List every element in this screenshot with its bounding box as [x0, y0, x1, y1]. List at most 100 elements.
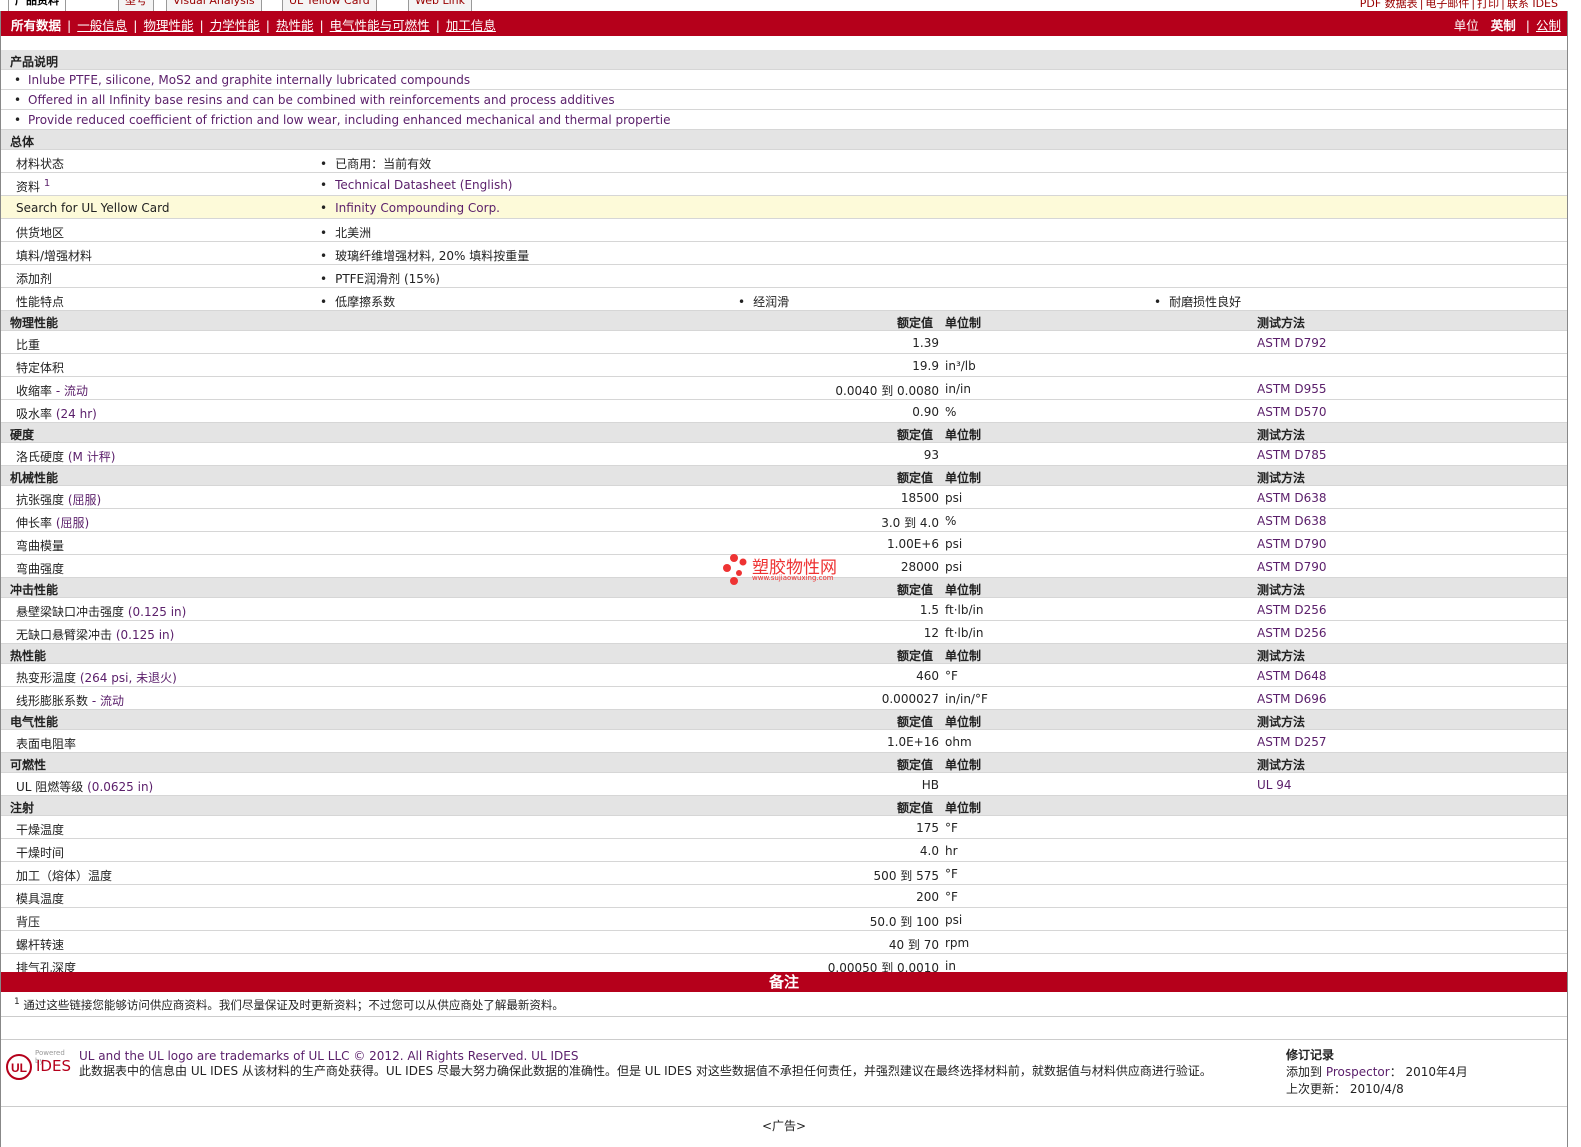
tab-visual-analysis[interactable]: Visual Analysis — [166, 0, 262, 11]
property-condition: (M 计秤) — [67, 450, 116, 464]
property-label: 螺杆转速 — [16, 936, 64, 953]
nav-physical[interactable]: 物理性能 — [143, 18, 193, 33]
unit-header: 单位制 — [945, 758, 982, 772]
nav-mechanical[interactable]: 力学性能 — [210, 18, 260, 33]
unit-header: 单位制 — [945, 428, 982, 442]
property-value: 12 — [923, 626, 939, 640]
test-method: ASTM D790 — [1257, 537, 1327, 551]
tab-ul-yellow-card[interactable]: UL Yellow Card — [282, 0, 377, 11]
unit-header: 单位制 — [945, 316, 982, 330]
property-value: 500 到 575 — [873, 869, 939, 883]
method-header: 测试方法 — [1257, 758, 1306, 772]
property-row: 无缺口悬臂梁冲击 (0.125 in) 12 ft·lb/in ASTM D256 — [1, 621, 1567, 644]
property-label: 热变形温度 (264 psi, 未退火) — [16, 669, 177, 686]
section-title: 总体 — [10, 135, 35, 149]
bullet-icon: • — [320, 272, 328, 286]
property-label: 悬壁梁缺口冲击强度 (0.125 in) — [16, 603, 186, 620]
test-method: ASTM D648 — [1257, 669, 1327, 683]
general-label: 材料状态 — [16, 155, 64, 172]
watermark-dots-icon — [723, 554, 747, 585]
property-condition: (264 psi, 未退火) — [79, 671, 177, 685]
general-value-text: 北美洲 — [335, 226, 372, 240]
section-title: 注射 — [10, 801, 35, 815]
general-value: • 北美洲 — [320, 224, 371, 241]
nav-all-data[interactable]: 所有数据 — [11, 18, 61, 33]
contact-ides-link[interactable]: 联系 IDES — [1507, 0, 1558, 10]
email-link[interactable]: 电子邮件 — [1425, 0, 1469, 10]
property-value: 1.00E+6 — [887, 537, 939, 551]
tab-grades[interactable]: 型号 — [118, 0, 154, 11]
unit-metric-toggle[interactable]: 公制 — [1536, 18, 1561, 33]
unit-header: 单位制 — [945, 471, 982, 485]
tab-product-data[interactable]: 产品资料 — [8, 0, 66, 11]
property-unit: ft·lb/in — [945, 603, 984, 617]
section-title: 热性能 — [10, 649, 47, 663]
nav-electrical-flammability[interactable]: 电气性能与可燃性 — [330, 18, 430, 33]
property-row: 伸长率 (屈服) 3.0 到 4.0% ASTM D638 — [1, 509, 1567, 532]
property-unit: psi — [945, 913, 963, 927]
property-unit: °F — [945, 669, 958, 683]
property-name: 无缺口悬臂梁冲击 — [16, 628, 113, 642]
property-unit: ohm — [945, 735, 972, 749]
property-value: 3.0 到 4.0 — [881, 516, 939, 530]
pdf-link[interactable]: PDF 数据表 — [1360, 0, 1418, 10]
disclaimer-text: 此数据表中的信息由 UL IDES 从该材料的生产商处获得。UL IDES 尽最… — [79, 1064, 1212, 1078]
general-value-link[interactable]: Technical Datasheet (English) — [335, 178, 512, 192]
property-label: 洛氏硬度 (M 计秤) — [16, 448, 115, 465]
general-value: • PTFE润滑剂 (15%) — [320, 270, 440, 287]
property-row: 收缩率 - 流动 0.0040 到 0.0080 in/in ASTM D955 — [1, 377, 1567, 400]
description-item: • Provide reduced coefficient of friction… — [1, 110, 1567, 130]
tab-web-link[interactable]: Web Link — [408, 0, 473, 11]
general-label: 添加剂 — [16, 270, 52, 287]
section-title: 产品说明 — [10, 55, 59, 69]
method-header: 测试方法 — [1257, 715, 1306, 729]
nav-general-info[interactable]: 一般信息 — [77, 18, 127, 33]
ul-ides-logo[interactable]: UL Powered by IDES — [6, 1049, 72, 1083]
section-header: 机械性能 额定值 单位制 测试方法 — [1, 466, 1567, 486]
divider — [1, 1016, 1567, 1017]
test-method: ASTM D785 — [1257, 448, 1327, 462]
property-name: 模具温度 — [16, 892, 65, 906]
property-value: 1.39 — [912, 336, 939, 350]
nav-processing[interactable]: 加工信息 — [446, 18, 496, 33]
top-tab-strip: 产品资料 型号 Visual Analysis UL Yellow Card W… — [0, 0, 1568, 11]
ad-placeholder: <广告> — [761, 1119, 807, 1133]
test-method: ASTM D638 — [1257, 491, 1327, 505]
property-name: 干燥时间 — [16, 846, 65, 860]
general-value-link[interactable]: Infinity Compounding Corp. — [335, 201, 500, 215]
property-name: 表面电阻率 — [16, 737, 77, 751]
nominal-header: 额定值 — [897, 316, 934, 330]
unit-english-toggle[interactable]: 英制 — [1491, 18, 1516, 33]
property-label: 线形膨胀系数 - 流动 — [16, 692, 124, 709]
bullet-icon: • — [320, 295, 328, 309]
section-header: 硬度 额定值 单位制 测试方法 — [1, 423, 1567, 443]
unit-header: 单位制 — [945, 715, 982, 729]
svg-text:UL: UL — [11, 1061, 27, 1075]
property-value: 0.90 — [912, 405, 939, 419]
test-method: UL 94 — [1257, 778, 1292, 792]
nominal-header: 额定值 — [897, 428, 934, 442]
property-value: 28000 — [900, 560, 939, 574]
property-label: 加工（熔体）温度 — [16, 867, 112, 884]
prospector-link[interactable]: Prospector — [1326, 1065, 1390, 1079]
footnote: 1 通过这些链接您能够访问供应商资料。我们尽量保证及时更新资料；不过您可以从供应… — [14, 997, 564, 1013]
general-value-text: PTFE润滑剂 (15%) — [335, 272, 440, 286]
property-unit: psi — [945, 491, 963, 505]
test-method: ASTM D256 — [1257, 603, 1327, 617]
logo-ides-text: IDES — [36, 1057, 71, 1075]
bullet-icon: • — [320, 226, 328, 240]
property-value: 50.0 到 100 — [869, 915, 939, 929]
property-label: 背压 — [16, 913, 40, 930]
section-title: 可燃性 — [10, 758, 47, 772]
property-label: 干燥时间 — [16, 844, 64, 861]
print-link[interactable]: 打印 — [1477, 0, 1499, 10]
nav-thermal[interactable]: 热性能 — [276, 18, 314, 33]
property-name: 抗张强度 — [16, 493, 65, 507]
general-label-text: 填料/增强材料 — [16, 249, 93, 263]
property-value: 4.0 — [919, 844, 939, 858]
general-value-text: 低摩擦系数 — [335, 295, 396, 309]
bullet-icon: • — [320, 249, 328, 263]
bullet-icon: • — [320, 178, 328, 192]
property-name: 特定体积 — [16, 361, 65, 375]
general-row: Search for UL Yellow Card • Infinity Compo… — [1, 196, 1567, 219]
